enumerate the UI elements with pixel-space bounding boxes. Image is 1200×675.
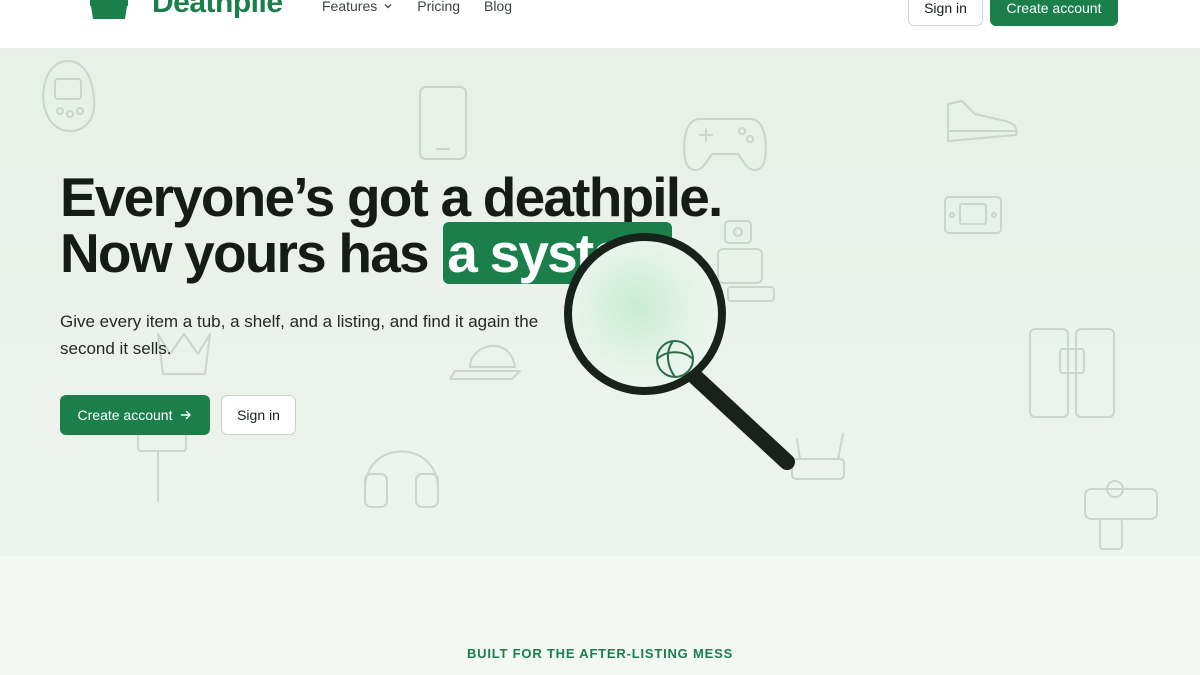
handheld-console-icon — [944, 196, 1002, 234]
hero-create-account-button[interactable]: Create account — [60, 395, 210, 435]
headline-line-2-prefix: Now yours has — [60, 222, 442, 284]
nav-label: Features — [322, 0, 378, 14]
arrow-right-icon — [181, 410, 192, 420]
nav-label: Pricing — [417, 0, 461, 14]
hero-section: Everyone’s got a deathpile. Now yours ha… — [0, 49, 1200, 556]
brand-logo[interactable]: Deathpile — [90, 0, 283, 20]
hammer-icon — [137, 428, 187, 502]
nav-item-pricing[interactable]: Pricing — [417, 0, 460, 16]
section-eyebrow: BUILT FOR THE AFTER-LISTING MESS — [466, 646, 734, 661]
header-create-account-button[interactable]: Create account — [990, 0, 1118, 26]
headphones-icon — [364, 450, 439, 508]
brand-name: Deathpile — [152, 0, 283, 19]
phone-icon — [419, 86, 467, 160]
hero-subtext: Give every item a tub, a shelf, and a li… — [60, 312, 539, 358]
button-label: Create account — [77, 407, 173, 423]
nav-item-blog[interactable]: Blog — [484, 0, 512, 16]
headline-line-1: Everyone’s got a deathpile. — [60, 166, 723, 228]
binoculars-icon — [1029, 328, 1115, 418]
sneaker-icon — [947, 100, 1018, 142]
nav-item-features[interactable]: Features — [322, 0, 393, 16]
tub-logo-icon — [90, 0, 128, 19]
gamepad-icon — [683, 118, 767, 171]
water-gun-icon — [1084, 480, 1158, 550]
hero-sign-in-button[interactable]: Sign in — [221, 395, 296, 435]
chevron-down-icon — [384, 4, 392, 9]
header-sign-in-button[interactable]: Sign in — [908, 0, 983, 26]
site-header: Deathpile Features Pricing Blog Sign in … — [0, 0, 1200, 49]
nav-label: Blog — [484, 0, 513, 14]
tamagotchi-icon — [42, 60, 96, 132]
main-nav: Features Pricing Blog — [322, 0, 536, 16]
features-section: BUILT FOR THE AFTER-LISTING MESS — [0, 556, 1200, 675]
magnifying-glass-icon — [564, 233, 795, 470]
